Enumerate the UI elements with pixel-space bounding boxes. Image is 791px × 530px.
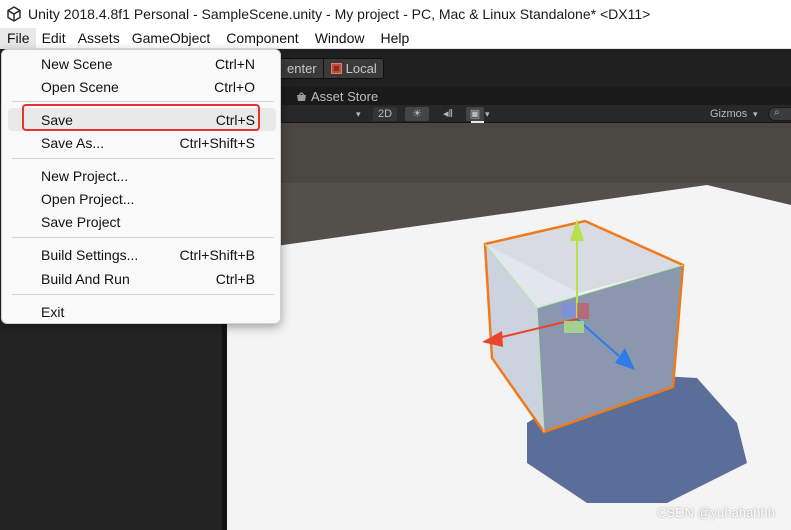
watermark: CSDN @yuhahahhh	[657, 505, 775, 520]
menu-item-open-scene[interactable]: Open Scene Ctrl+O	[8, 75, 276, 98]
gizmo-plane-handle-x	[562, 303, 576, 317]
scene-lighting-icon[interactable]: ☀	[405, 107, 429, 121]
scene-view-toolbar: ▾ 2D ☀ ◂ǁ ▣ ▾ Gizmos ▾ ⌕	[282, 105, 791, 123]
menu-item-open-project[interactable]: Open Project...	[8, 187, 276, 210]
menu-window[interactable]: Window	[305, 28, 371, 49]
scene-audio-icon[interactable]: ◂ǁ	[439, 107, 457, 121]
gizmos-dropdown-arrow-icon: ▾	[753, 109, 758, 119]
search-icon: ⌕	[774, 107, 780, 118]
menu-component[interactable]: Component	[216, 28, 304, 49]
space-local-button[interactable]: Local	[322, 59, 383, 78]
gizmos-dropdown[interactable]: Gizmos	[710, 107, 747, 121]
tab-asset-store[interactable]: Asset Store	[296, 87, 378, 105]
gizmo-plane-handle-z	[577, 303, 589, 319]
menu-edit[interactable]: Edit	[36, 28, 72, 49]
menu-item-save-project[interactable]: Save Project	[8, 210, 276, 233]
menu-item-build-and-run[interactable]: Build And Run Ctrl+B	[8, 267, 276, 290]
gizmo-plane-handle-y	[564, 321, 584, 333]
menu-item-save-as[interactable]: Save As... Ctrl+Shift+S	[8, 131, 276, 154]
scene-viewport	[227, 123, 791, 530]
file-menu-dropdown: New Scene Ctrl+N Open Scene Ctrl+O Save …	[1, 49, 281, 324]
menu-help[interactable]: Help	[370, 28, 415, 49]
menu-item-exit[interactable]: Exit	[8, 300, 276, 323]
asset-store-icon	[297, 91, 306, 101]
effects-dropdown-arrow-icon[interactable]: ▾	[485, 107, 490, 121]
scene-effects-icon[interactable]: ▣	[466, 107, 484, 121]
window-titlebar: Unity 2018.4.8f1 Personal - SampleScene.…	[0, 0, 791, 28]
mode-2d-toggle[interactable]: 2D	[373, 107, 397, 121]
scene-view[interactable]	[227, 123, 791, 530]
menu-gameobject[interactable]: GameObject	[126, 28, 217, 49]
local-space-icon	[330, 63, 342, 74]
save-highlight-annotation	[22, 104, 260, 131]
menu-bar: File Edit Assets GameObject Component Wi…	[0, 27, 791, 49]
menu-assets[interactable]: Assets	[72, 28, 126, 49]
space-local-label: Local	[345, 61, 377, 76]
tab-asset-store-label: Asset Store	[311, 88, 379, 104]
menu-separator	[12, 101, 274, 102]
unity-logo-icon	[7, 6, 21, 22]
menu-item-new-scene[interactable]: New Scene Ctrl+N	[8, 52, 276, 75]
menu-separator	[12, 237, 274, 238]
menu-file[interactable]: File	[0, 27, 36, 49]
window-title: Unity 2018.4.8f1 Personal - SampleScene.…	[28, 6, 651, 22]
scene-search-field[interactable]: ⌕	[768, 107, 791, 121]
menu-item-new-project[interactable]: New Project...	[8, 164, 276, 187]
menu-item-build-settings[interactable]: Build Settings... Ctrl+Shift+B	[8, 243, 276, 266]
shading-dropdown-arrow-icon[interactable]: ▾	[356, 107, 361, 121]
menu-separator	[12, 294, 274, 295]
menu-separator	[12, 158, 274, 159]
